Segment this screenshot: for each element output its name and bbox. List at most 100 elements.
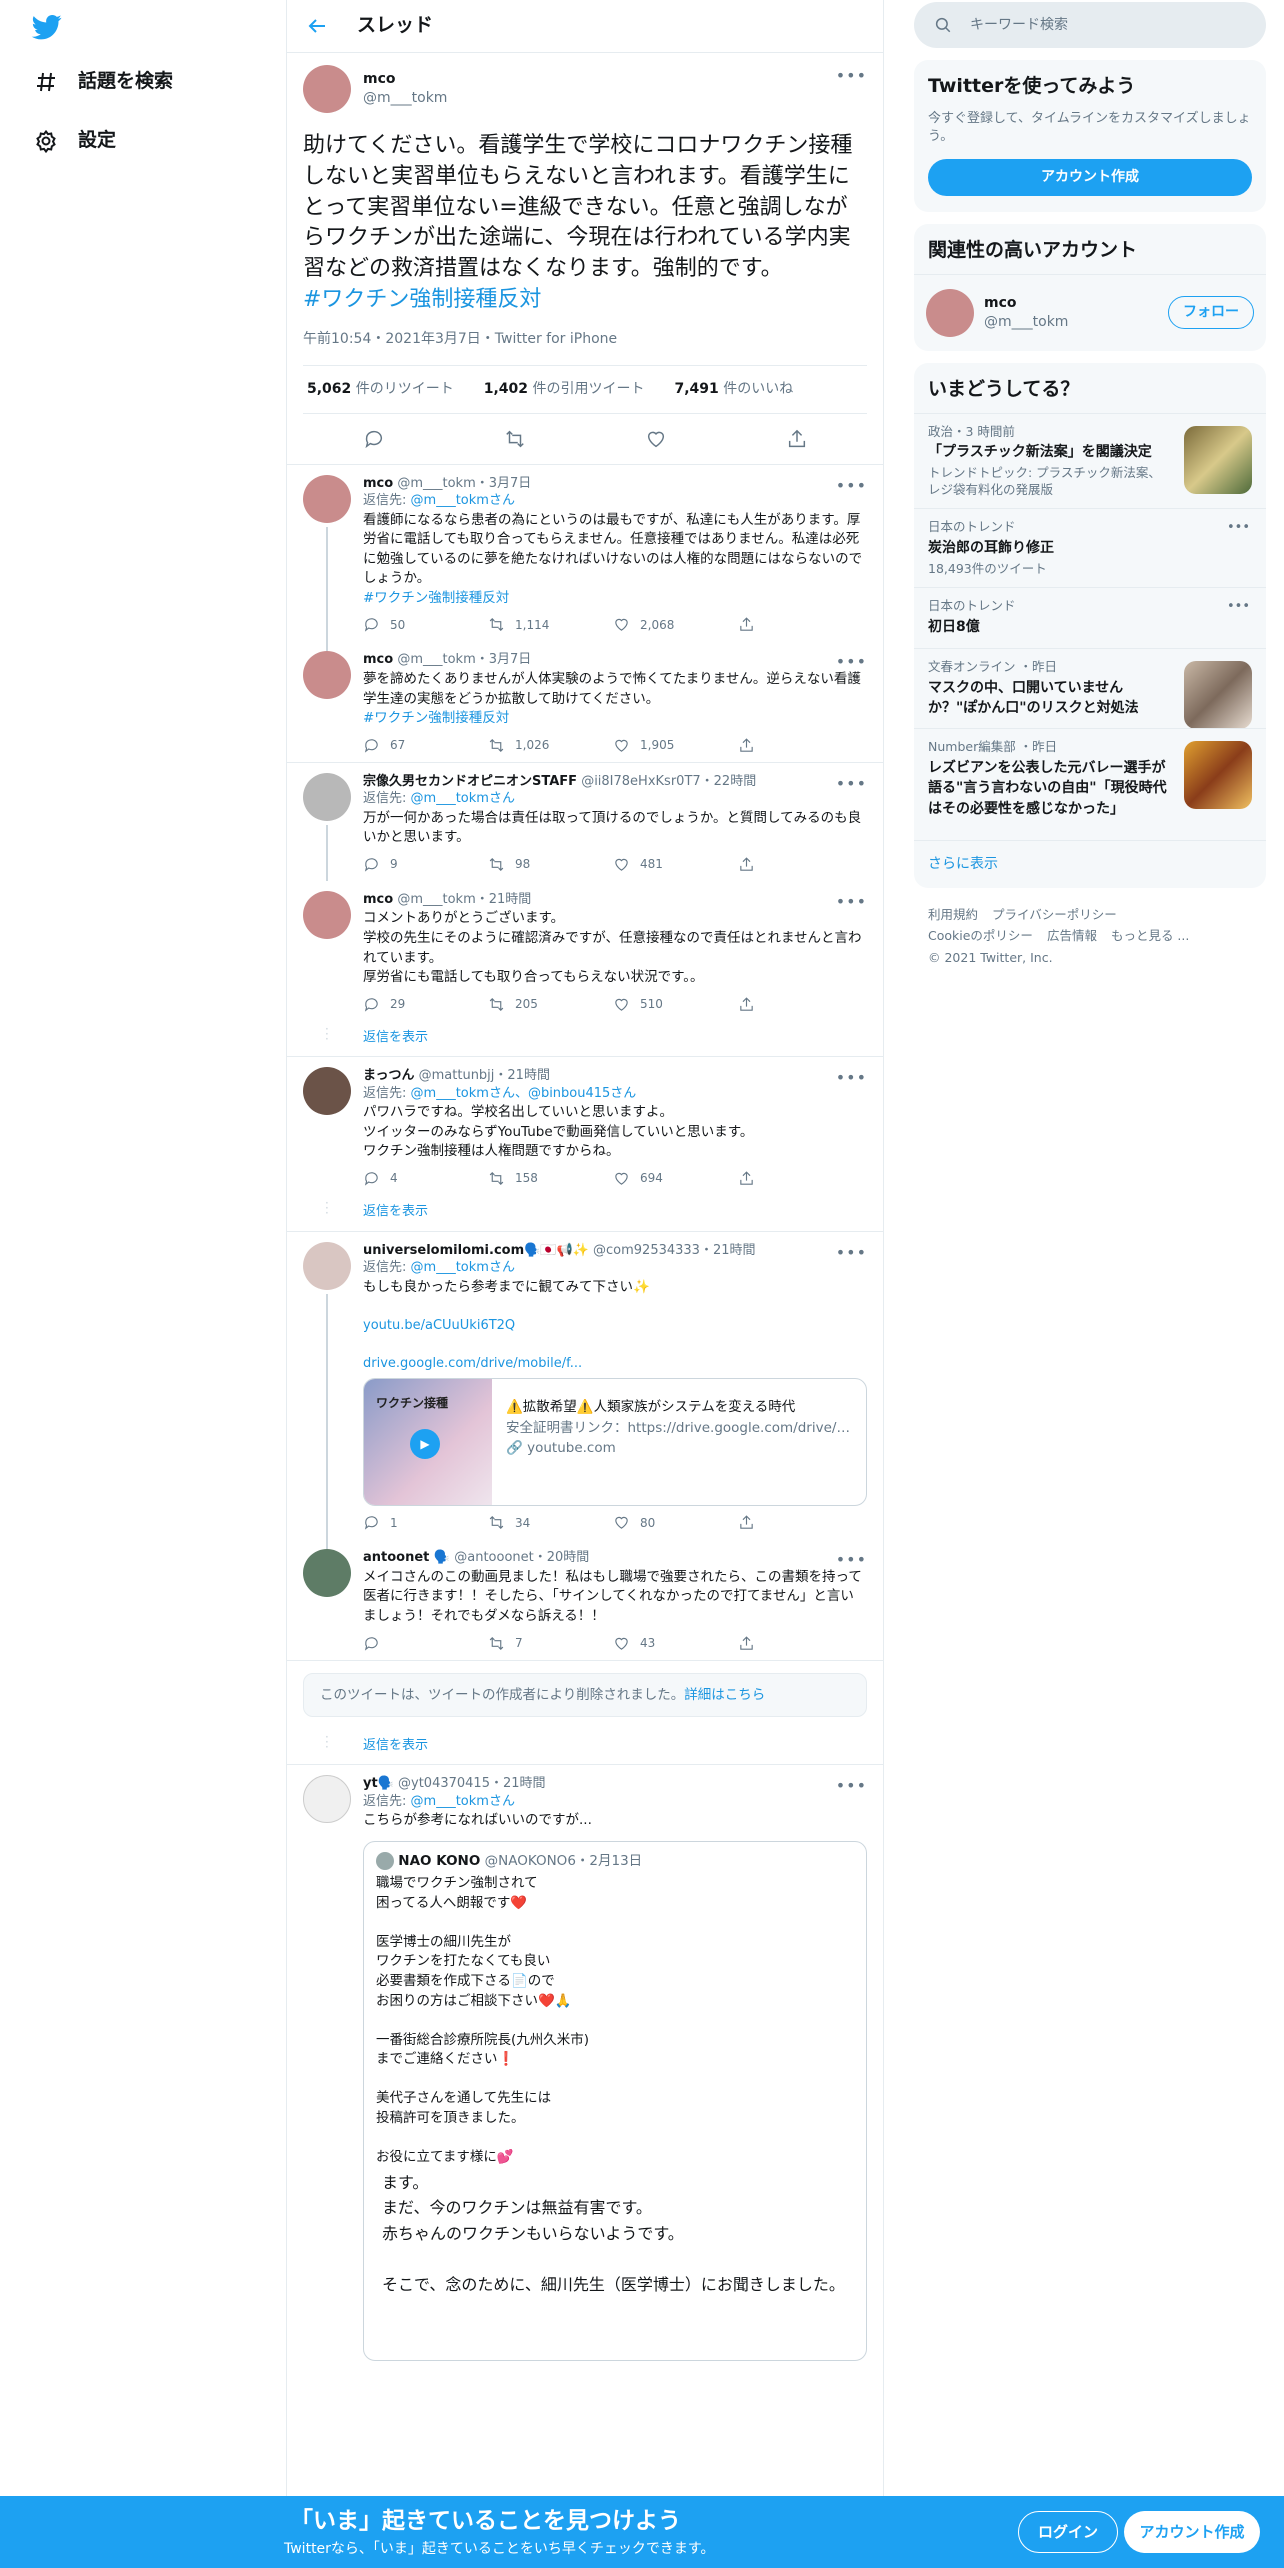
account-name[interactable]: mco xyxy=(984,294,1068,313)
retweet-count[interactable]: 34 xyxy=(488,1514,613,1531)
author-meta[interactable]: @mattunbjj・21時間 xyxy=(419,1068,550,1083)
avatar[interactable] xyxy=(303,651,351,700)
reply-tweet[interactable]: 宗像久男セカンドオピニオンSTAFF @ii8I78eHxKsr0T7・22時間… xyxy=(287,763,883,881)
show-replies[interactable]: · · · 返信を表示 xyxy=(287,1021,883,1058)
share-button[interactable] xyxy=(738,856,863,873)
author-name[interactable]: mco xyxy=(363,476,393,491)
show-replies-link[interactable]: 返信を表示 xyxy=(363,1204,428,1219)
more-icon[interactable]: ••• xyxy=(1227,598,1250,616)
author-handle[interactable]: @m___tokm xyxy=(363,89,447,108)
follow-button[interactable]: フォロー xyxy=(1168,296,1254,330)
reply-to-link[interactable]: @m___tokmさん、@binbou415さん xyxy=(411,1086,637,1101)
show-replies[interactable]: · · · 返信を表示 xyxy=(287,1195,883,1232)
reply-to-link[interactable]: @m___tokmさん xyxy=(411,791,515,806)
like-count[interactable]: 694 xyxy=(613,1170,738,1187)
retweet-icon[interactable] xyxy=(504,428,526,450)
reply-to-link[interactable]: @m___tokmさん xyxy=(411,493,515,508)
retweets-stat[interactable]: 5,062 件のリツイート xyxy=(307,380,454,399)
drive-link[interactable]: drive.google.com/drive/mobile/f... xyxy=(363,1356,582,1371)
reply-count[interactable]: 29 xyxy=(363,996,488,1013)
like-count[interactable]: 481 xyxy=(613,856,738,873)
author-meta[interactable]: @ii8I78eHxKsr0T7・22時間 xyxy=(581,774,756,789)
like-icon[interactable] xyxy=(645,428,667,450)
avatar[interactable] xyxy=(303,772,351,821)
twitter-logo-icon[interactable] xyxy=(30,12,64,42)
share-button[interactable] xyxy=(738,616,863,633)
hashtag-link[interactable]: #ワクチン強制接種反対 xyxy=(363,590,509,606)
author-meta[interactable]: @antooonet・20時間 xyxy=(454,1550,589,1565)
reply-to-link[interactable]: @m___tokmさん xyxy=(411,1260,515,1275)
hashtag-link[interactable]: #ワクチン強制接種反対 xyxy=(303,287,541,312)
trend-item[interactable]: 日本のトレンド 炭治郎の耳飾り修正 18,493件のツイート ••• xyxy=(914,508,1266,587)
reply-tweet[interactable]: まっつん @mattunbjj・21時間 返信先: @m___tokmさん、@b… xyxy=(287,1057,883,1195)
avatar[interactable] xyxy=(303,890,351,939)
related-account[interactable]: mco @m___tokm フォロー xyxy=(914,275,1266,351)
more-link[interactable]: もっと見る ... xyxy=(1111,928,1189,943)
like-count[interactable]: 1,905 xyxy=(613,737,738,754)
reply-icon[interactable] xyxy=(363,428,385,450)
youtube-link[interactable]: youtu.be/aCUuUki6T2Q xyxy=(363,1318,515,1333)
avatar[interactable] xyxy=(926,288,974,337)
retweet-count[interactable]: 7 xyxy=(488,1635,613,1652)
login-button[interactable]: ログイン xyxy=(1018,2511,1118,2553)
author-meta[interactable]: @m___tokm・3月7日 xyxy=(397,652,531,667)
nav-explore[interactable]: 話題を検索 xyxy=(34,64,173,100)
share-button[interactable] xyxy=(738,996,863,1013)
more-icon[interactable]: ••• xyxy=(836,891,867,913)
trend-item[interactable]: 文春オンライン ・昨日 マスクの中、口開いていませんか？"ぽかん口"のリスクと対… xyxy=(914,647,1266,729)
cookie-link[interactable]: Cookieのポリシー xyxy=(928,928,1033,943)
avatar[interactable] xyxy=(303,1067,351,1116)
show-more-link[interactable]: さらに表示 xyxy=(914,840,1266,888)
like-count[interactable]: 43 xyxy=(613,1635,738,1652)
author-meta[interactable]: @yt04370415・21時間 xyxy=(398,1776,546,1791)
share-button[interactable] xyxy=(738,1514,863,1531)
retweet-count[interactable]: 158 xyxy=(488,1170,613,1187)
link-card[interactable]: ワクチン接種 ▶ ⚠️拡散希望⚠️人類家族がシステムを変える時代 安全証明書リンク… xyxy=(363,1378,867,1507)
reply-count[interactable] xyxy=(363,1635,488,1652)
retweet-count[interactable]: 98 xyxy=(488,856,613,873)
reply-to-link[interactable]: @m___tokmさん xyxy=(411,1794,515,1809)
author-name[interactable]: まっつん xyxy=(363,1068,414,1083)
reply-count[interactable]: 67 xyxy=(363,737,488,754)
reply-count[interactable]: 9 xyxy=(363,856,488,873)
trend-item[interactable]: Number編集部 ・昨日 レズビアンを公表した元バレー選手が語る"言う言わない… xyxy=(914,728,1266,840)
avatar[interactable] xyxy=(303,474,351,523)
quotes-stat[interactable]: 1,402 件の引用ツイート xyxy=(484,380,645,399)
author-name[interactable]: antoonet 🗣️ xyxy=(363,1550,450,1565)
privacy-link[interactable]: プライバシーポリシー xyxy=(992,907,1117,922)
more-icon[interactable]: ••• xyxy=(836,651,867,673)
author-name[interactable]: yt🗣️ xyxy=(363,1776,394,1791)
share-icon[interactable] xyxy=(786,428,808,450)
retweet-count[interactable]: 205 xyxy=(488,996,613,1013)
more-icon[interactable]: ••• xyxy=(836,1242,867,1264)
author-name[interactable]: mco xyxy=(363,892,393,907)
search-input[interactable]: キーワード検索 xyxy=(914,2,1266,48)
author-name[interactable]: universelomilomi.com🗣️🇯🇵📢✨ xyxy=(363,1243,589,1258)
more-icon[interactable]: ••• xyxy=(1227,519,1250,537)
show-replies-link[interactable]: 返信を表示 xyxy=(363,1030,428,1045)
create-account-button[interactable]: アカウント作成 xyxy=(928,159,1252,197)
learn-more-link[interactable]: 詳細はこちら xyxy=(684,1687,765,1703)
reply-tweet[interactable]: mco @m___tokm・3月7日 夢を諦めたくありませんが人体実験のようで怖… xyxy=(287,641,883,763)
author-name[interactable]: mco xyxy=(363,652,393,667)
avatar[interactable] xyxy=(303,1549,351,1598)
share-button[interactable] xyxy=(738,1170,863,1187)
avatar[interactable] xyxy=(303,65,351,113)
retweet-count[interactable]: 1,026 xyxy=(488,737,613,754)
author-meta[interactable]: @com92534333・21時間 xyxy=(593,1243,755,1258)
trend-item[interactable]: 日本のトレンド 初日8億 ••• xyxy=(914,587,1266,647)
hashtag-link[interactable]: #ワクチン強制接種反対 xyxy=(363,710,509,726)
reply-count[interactable]: 1 xyxy=(363,1514,488,1531)
more-icon[interactable]: ••• xyxy=(836,475,867,497)
reply-tweet[interactable]: mco @m___tokm・21時間 コメントありがとうございます。 学校の先生… xyxy=(287,881,883,1021)
reply-tweet[interactable]: antoonet 🗣️ @antooonet・20時間 メイコさんのこの動画見ま… xyxy=(287,1539,883,1661)
more-icon[interactable]: ••• xyxy=(836,1775,867,1797)
reply-count[interactable]: 50 xyxy=(363,616,488,633)
signup-button[interactable]: アカウント作成 xyxy=(1124,2511,1260,2553)
share-button[interactable] xyxy=(738,737,863,754)
account-handle[interactable]: @m___tokm xyxy=(984,313,1068,332)
like-count[interactable]: 2,068 xyxy=(613,616,738,633)
reply-count[interactable]: 4 xyxy=(363,1170,488,1187)
more-icon[interactable]: ••• xyxy=(836,65,867,87)
share-button[interactable] xyxy=(738,1635,863,1652)
